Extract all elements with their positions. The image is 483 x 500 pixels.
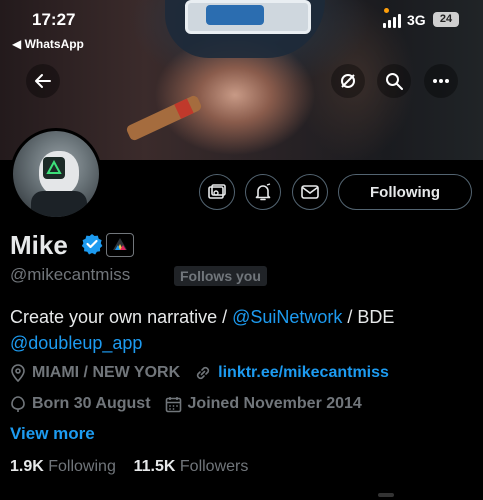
profile-top-nav	[0, 64, 483, 100]
profile-meta-row-1: MIAMI / NEW YORK linktr.ee/mikecantmiss	[10, 364, 389, 382]
profile-website-link[interactable]: linktr.ee/mikecantmiss	[218, 364, 389, 382]
profile-handle: @mikecantmiss	[10, 265, 131, 284]
sync-icon	[341, 74, 355, 88]
following-label: Following	[48, 458, 116, 475]
bio-mention-suinetwork[interactable]: @SuiNetwork	[232, 307, 342, 327]
avatar[interactable]	[10, 128, 102, 220]
affiliate-badge-icon	[113, 238, 127, 250]
back-to-app-link[interactable]: ◀ WhatsApp	[12, 37, 84, 51]
bio-text: Create your own narrative /	[10, 307, 233, 327]
more-button[interactable]	[424, 64, 458, 98]
network-type: 3G	[407, 12, 426, 28]
following-button[interactable]: Following	[338, 174, 472, 210]
profile-meta-row-2: Born 30 August Joined November 2014	[10, 395, 362, 413]
subscriptions-icon	[208, 184, 226, 199]
back-button[interactable]	[26, 64, 60, 98]
profile-location: MIAMI / NEW YORK	[32, 364, 181, 381]
message-button[interactable]	[292, 174, 328, 210]
profile-joined: Joined November 2014	[187, 395, 362, 412]
followers-count: 11.5K	[133, 458, 176, 475]
notifications-button[interactable]	[245, 174, 281, 210]
subscriptions-button[interactable]	[199, 174, 235, 210]
location-icon	[11, 364, 25, 382]
privacy-indicator-dot	[384, 8, 389, 13]
search-button[interactable]	[377, 64, 411, 98]
following-count-link[interactable]: 1.9K Following	[10, 458, 116, 475]
followers-label: Followers	[179, 458, 249, 475]
sui-triangle-icon	[43, 157, 65, 179]
search-icon	[386, 73, 403, 90]
back-arrow-icon	[35, 74, 51, 88]
bio-mention-doubleup[interactable]: @doubleup_app	[10, 333, 142, 353]
status-bar: 17:27 ◀ WhatsApp 3G 24	[0, 8, 483, 51]
scroll-indicator	[378, 493, 394, 497]
bio-text: / BDE	[342, 307, 395, 327]
signal-icon	[383, 14, 401, 28]
profile-name: Mike	[10, 230, 68, 260]
follows-you-badge: Follows you	[174, 266, 267, 286]
birthday-icon	[11, 396, 25, 412]
profile-birthday: Born 30 August	[32, 395, 151, 412]
status-time: 17:27	[32, 10, 76, 29]
calendar-icon	[165, 396, 181, 412]
follow-counts: 1.9K Following 11.5K Followers	[10, 458, 248, 476]
link-icon	[197, 366, 210, 380]
verified-badge-icon[interactable]	[81, 233, 103, 255]
more-icon	[433, 79, 449, 83]
battery-icon: 24	[433, 12, 459, 27]
followers-count-link[interactable]: 11.5K Followers	[134, 458, 249, 475]
banner-cigar	[125, 94, 203, 142]
avatar-body	[31, 191, 87, 217]
message-icon	[301, 185, 319, 199]
view-more-link[interactable]: View more	[10, 424, 95, 444]
affiliate-badge[interactable]	[106, 233, 134, 257]
profile-bio: Create your own narrative / @SuiNetwork …	[10, 304, 480, 356]
sync-button[interactable]	[331, 64, 365, 98]
following-count: 1.9K	[10, 458, 44, 475]
notifications-bell-icon	[255, 183, 271, 201]
